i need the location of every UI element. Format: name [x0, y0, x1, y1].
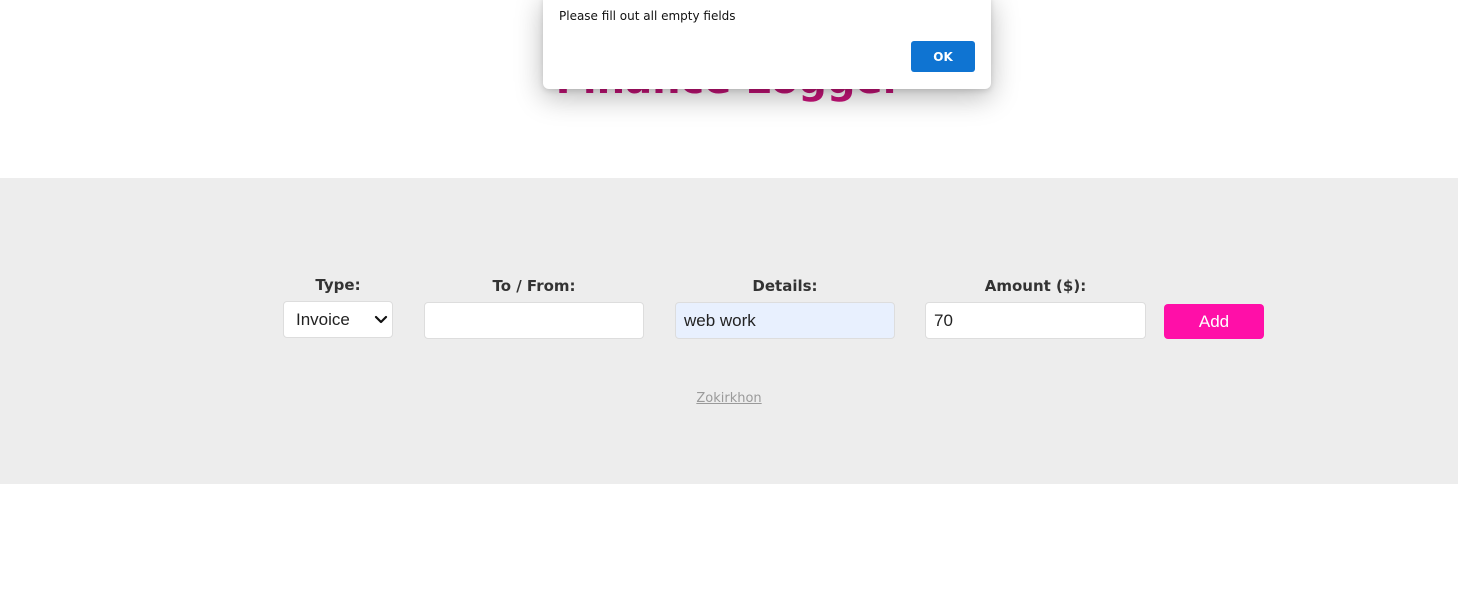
- details-field: Details: web work: [675, 276, 895, 339]
- page: Finance Logger Type: Invoice To / From: …: [0, 0, 1458, 611]
- type-label: Type:: [315, 276, 361, 294]
- type-field: Type: Invoice: [283, 275, 393, 338]
- amount-label: Amount ($):: [984, 277, 1087, 295]
- details-value: web work: [684, 310, 756, 330]
- details-input[interactable]: web work: [675, 302, 895, 339]
- add-button[interactable]: Add: [1164, 304, 1264, 339]
- alert-dialog: Please fill out all empty fields OK: [543, 0, 991, 89]
- amount-input[interactable]: 70: [925, 302, 1146, 339]
- type-select[interactable]: Invoice: [283, 301, 393, 338]
- details-label: Details:: [752, 277, 818, 295]
- chevron-down-icon: [374, 315, 388, 323]
- alert-message: Please fill out all empty fields: [559, 9, 736, 23]
- to-from-input[interactable]: [424, 302, 644, 339]
- to-from-field: To / From:: [424, 276, 644, 339]
- amount-value: 70: [934, 310, 953, 330]
- type-select-value: Invoice: [296, 309, 350, 329]
- credit-link[interactable]: Zokirkhon: [0, 391, 1458, 406]
- to-from-label: To / From:: [492, 277, 576, 295]
- amount-field: Amount ($): 70: [925, 276, 1146, 339]
- ok-button[interactable]: OK: [911, 41, 975, 72]
